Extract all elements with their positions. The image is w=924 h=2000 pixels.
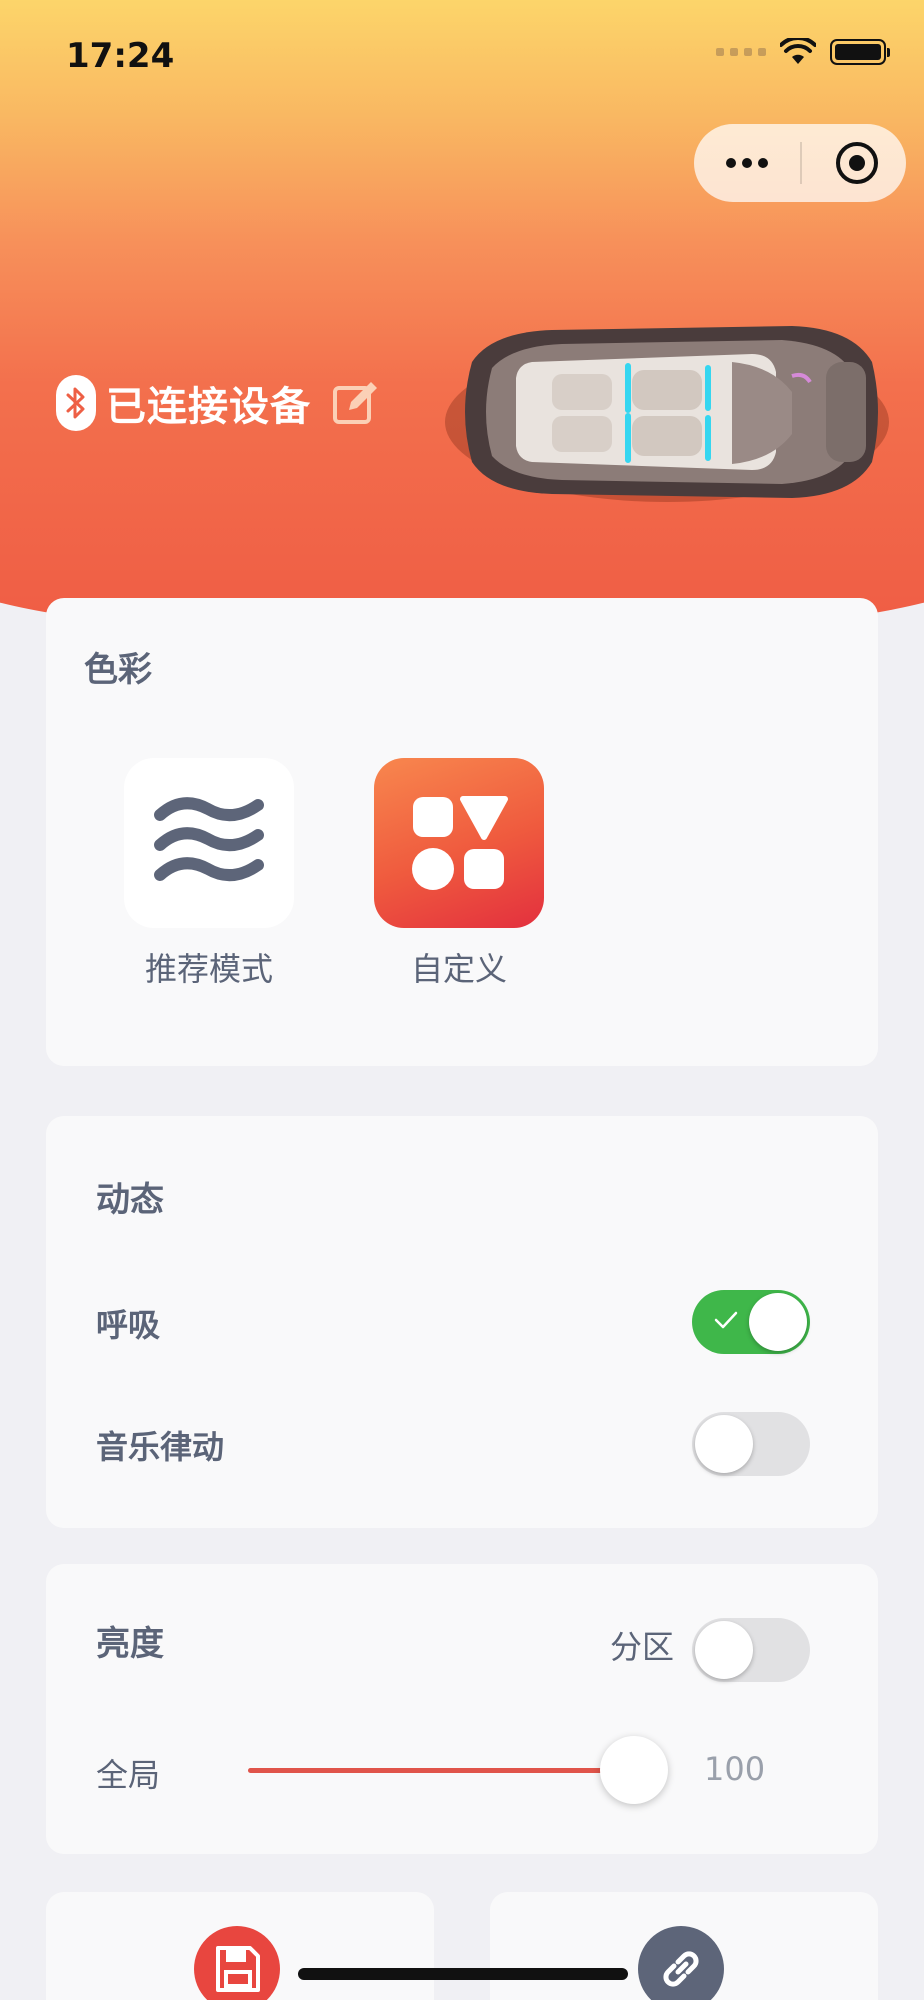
brightness-section-title: 亮度: [96, 1624, 164, 1664]
dynamic-section-card: 动态 呼吸 音乐律动: [46, 1116, 878, 1528]
status-icons: [716, 38, 890, 66]
close-target-icon[interactable]: [834, 140, 880, 186]
slider-thumb[interactable]: [600, 1736, 668, 1804]
global-brightness-slider[interactable]: [248, 1736, 668, 1804]
slider-fill: [248, 1768, 634, 1773]
recommended-mode-label: 推荐模式: [144, 950, 273, 988]
app-page: 17:24 已连接设备 色彩 推荐模式 自定义 动态 呼吸 音乐律动 亮度 分区…: [0, 0, 924, 2000]
device-connection-row[interactable]: 已连接设备: [56, 374, 381, 432]
wifi-icon: [780, 38, 816, 64]
device-status-label: 已连接设备: [106, 384, 311, 430]
breathing-toggle[interactable]: [692, 1290, 810, 1354]
more-options-icon[interactable]: [726, 158, 768, 168]
toggle-knob: [695, 1621, 753, 1679]
music-rhythm-toggle[interactable]: [692, 1412, 810, 1476]
miniprogram-capsule: [694, 124, 906, 202]
link-action-card[interactable]: [490, 1892, 878, 2000]
recommended-mode-tile[interactable]: [124, 758, 294, 928]
home-indicator: [298, 1968, 628, 1980]
color-section-card: 色彩 推荐模式 自定义: [46, 598, 878, 1066]
color-section-title: 色彩: [84, 650, 152, 690]
brightness-section-card: 亮度 分区 全局 100: [46, 1564, 878, 1854]
toggle-knob: [749, 1293, 807, 1351]
global-brightness-label: 全局: [96, 1756, 161, 1794]
waves-icon: [154, 797, 264, 881]
link-icon: [638, 1926, 724, 2000]
zone-toggle[interactable]: [692, 1618, 810, 1682]
car-top-view-image: [445, 326, 889, 502]
battery-icon: [830, 39, 890, 65]
bluetooth-icon: [56, 375, 96, 431]
global-brightness-value: 100: [704, 1750, 766, 1788]
shapes-grid-icon: [412, 796, 508, 890]
toggle-knob: [695, 1415, 753, 1473]
dynamic-section-title: 动态: [96, 1180, 164, 1220]
edit-icon[interactable]: [331, 378, 381, 428]
save-icon: [194, 1926, 280, 2000]
capsule-divider: [800, 142, 802, 184]
check-icon: [714, 1311, 738, 1329]
custom-mode-label: 自定义: [410, 950, 507, 988]
custom-mode-tile[interactable]: [374, 758, 544, 928]
music-rhythm-label: 音乐律动: [96, 1428, 225, 1466]
cellular-signal-icon: [716, 48, 766, 56]
status-time: 17:24: [66, 36, 175, 76]
breathing-label: 呼吸: [96, 1306, 161, 1344]
save-action-card[interactable]: [46, 1892, 434, 2000]
zone-label: 分区: [610, 1628, 675, 1666]
